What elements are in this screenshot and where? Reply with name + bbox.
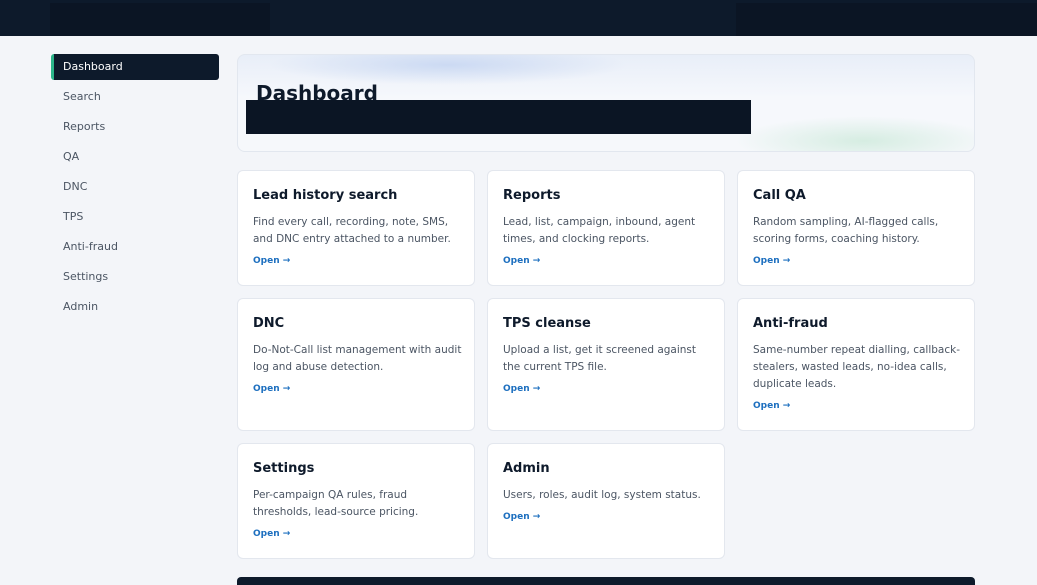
sidebar-item-dnc[interactable]: DNC xyxy=(51,174,219,200)
open-link[interactable]: Open → xyxy=(503,256,540,266)
card-admin[interactable]: Admin Users, roles, audit log, system st… xyxy=(487,443,725,559)
sidebar: Dashboard Search Reports QA DNC TPS Anti… xyxy=(51,54,219,324)
card-description: Do-Not-Call list management with audit l… xyxy=(253,344,462,373)
sidebar-item-admin[interactable]: Admin xyxy=(51,294,219,320)
sidebar-item-dashboard[interactable]: Dashboard xyxy=(51,54,219,80)
open-link[interactable]: Open → xyxy=(253,529,290,539)
sidebar-item-qa[interactable]: QA xyxy=(51,144,219,170)
card-description: Same-number repeat dialling, callback-st… xyxy=(753,344,961,390)
card-tps-cleanse[interactable]: TPS cleanse Upload a list, get it screen… xyxy=(487,298,725,431)
card-anti-fraud[interactable]: Anti-fraud Same-number repeat dialling, … xyxy=(737,298,975,431)
open-link[interactable]: Open → xyxy=(253,256,290,266)
card-description: Lead, list, campaign, inbound, agent tim… xyxy=(503,216,696,245)
card-dnc[interactable]: DNC Do-Not-Call list management with aud… xyxy=(237,298,475,431)
top-bar xyxy=(0,0,1037,36)
card-description: Users, roles, audit log, system status. xyxy=(503,489,701,501)
card-description: Upload a list, get it screened against t… xyxy=(503,344,697,373)
sidebar-item-tps[interactable]: TPS xyxy=(51,204,219,230)
card-title: TPS cleanse xyxy=(503,316,591,331)
sidebar-item-settings[interactable]: Settings xyxy=(51,264,219,290)
open-link[interactable]: Open → xyxy=(753,256,790,266)
card-description: Find every call, recording, note, SMS, a… xyxy=(253,216,451,245)
card-title: Lead history search xyxy=(253,188,398,203)
card-title: DNC xyxy=(253,316,285,331)
card-description: Random sampling, AI-flagged calls, scori… xyxy=(753,216,939,245)
card-title: Anti-fraud xyxy=(753,316,828,331)
sidebar-item-anti-fraud[interactable]: Anti-fraud xyxy=(51,234,219,260)
card-title: Reports xyxy=(503,188,561,203)
open-link[interactable]: Open → xyxy=(503,384,540,394)
open-link[interactable]: Open → xyxy=(503,512,540,522)
bottom-panel xyxy=(237,577,975,585)
redacted-user-area xyxy=(736,3,1037,36)
sidebar-item-search[interactable]: Search xyxy=(51,84,219,110)
redacted-brand-area xyxy=(50,3,270,36)
card-reports[interactable]: Reports Lead, list, campaign, inbound, a… xyxy=(487,170,725,286)
open-link[interactable]: Open → xyxy=(753,401,790,411)
card-description: Per-campaign QA rules, fraud thresholds,… xyxy=(253,489,419,518)
card-title: Settings xyxy=(253,461,315,476)
dashboard-hero: Dashboard xyxy=(237,54,975,152)
card-lead-history-search[interactable]: Lead history search Find every call, rec… xyxy=(237,170,475,286)
card-title: Admin xyxy=(503,461,550,476)
card-settings[interactable]: Settings Per-campaign QA rules, fraud th… xyxy=(237,443,475,559)
open-link[interactable]: Open → xyxy=(253,384,290,394)
sidebar-item-reports[interactable]: Reports xyxy=(51,114,219,140)
card-call-qa[interactable]: Call QA Random sampling, AI-flagged call… xyxy=(737,170,975,286)
card-title: Call QA xyxy=(753,188,806,203)
redacted-subtitle xyxy=(246,100,751,134)
